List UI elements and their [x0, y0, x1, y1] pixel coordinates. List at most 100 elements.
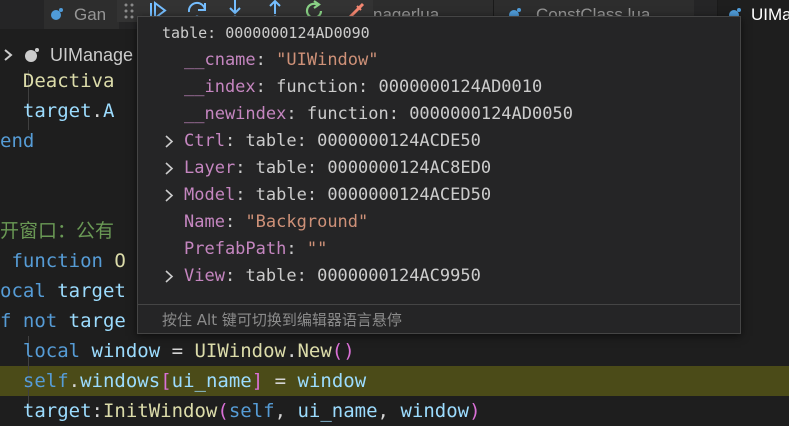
code-token: InitWindow — [102, 400, 218, 422]
code-token: New — [297, 340, 332, 362]
hover-row-content: PrefabPath: "" — [184, 236, 327, 263]
code-token: Deactiva — [0, 70, 115, 92]
code-line[interactable]: target:InitWindow(self, ui_name, window) — [0, 396, 481, 426]
hover-row-content: View: table: 0000000124AC9950 — [184, 263, 481, 290]
hover-title: table: 0000000124AD0090 — [162, 24, 370, 42]
code-token: ] — [251, 370, 264, 392]
code-line[interactable]: local window = UIWindow.New() — [0, 336, 355, 366]
hover-row-content: Name: "Background" — [184, 209, 368, 236]
name-value-separator: : — [255, 77, 277, 97]
code-token: ocal — [0, 280, 58, 302]
code-token: A — [102, 100, 115, 122]
name-value-separator: : — [235, 158, 256, 178]
variable-value: table: 0000000124ACED50 — [255, 185, 492, 205]
hover-variable-row: Name: "Background" — [138, 209, 738, 236]
code-token: windows — [80, 370, 161, 392]
variable-value: "UIWindow" — [276, 50, 379, 70]
variable-value: table: 0000000124AC9950 — [245, 266, 481, 286]
code-token: window — [91, 340, 161, 362]
name-value-separator: : — [235, 185, 256, 205]
variable-name: Ctrl — [184, 131, 225, 151]
hover-divider — [138, 304, 740, 305]
code-line[interactable]: end — [0, 126, 34, 156]
code-token: targe — [68, 310, 126, 332]
expand-chevron-icon[interactable] — [164, 162, 174, 175]
variable-name: View — [184, 266, 225, 286]
hover-variable-row: PrefabPath: "" — [138, 236, 738, 263]
code-line[interactable]: self.windows[ui_name] = window — [0, 366, 366, 396]
variable-name: Layer — [184, 158, 236, 178]
code-token: . — [68, 370, 81, 392]
hover-row-content: __newindex: function: 0000000124AD0050 — [184, 101, 573, 128]
name-value-separator: : — [286, 104, 307, 124]
code-token: not — [22, 310, 69, 332]
hover-variable-row[interactable]: Layer: table: 0000000124AC8ED0 — [138, 155, 738, 182]
variable-name: __newindex — [184, 104, 287, 124]
hover-variable-row[interactable]: Ctrl: table: 0000000124ACDE50 — [138, 128, 738, 155]
hover-row-content: Model: table: 0000000124ACED50 — [184, 182, 491, 209]
code-token: window — [400, 400, 470, 422]
code-token: . — [286, 340, 298, 362]
code-token: target — [0, 400, 92, 422]
hover-variable-row: __cname: "UIWindow" — [138, 47, 738, 74]
code-token: self — [22, 370, 69, 392]
name-value-separator: : — [255, 50, 277, 70]
hover-row-content: Ctrl: table: 0000000124ACDE50 — [184, 128, 481, 155]
variable-value: function: 0000000124AD0050 — [306, 104, 573, 124]
hover-variable-row: __newindex: function: 0000000124AD0050 — [138, 101, 738, 128]
variable-value: function: 0000000124AD0010 — [276, 77, 543, 97]
code-token: local — [0, 340, 92, 362]
code-token: () — [331, 340, 355, 362]
hover-row-content: __cname: "UIWindow" — [184, 47, 379, 74]
code-token: ( — [217, 400, 229, 422]
expand-chevron-icon[interactable] — [164, 189, 174, 202]
expand-chevron-icon[interactable] — [164, 270, 174, 283]
code-token: ui_name — [297, 400, 378, 422]
hover-variable-row[interactable]: View: table: 0000000124AC9950 — [138, 263, 738, 290]
variable-value: table: 0000000124AC8ED0 — [255, 158, 492, 178]
code-token: target — [0, 100, 92, 122]
variable-name: __cname — [184, 50, 256, 70]
hover-footer-hint: 按住 Alt 键可切换到编辑器语言悬停 — [162, 311, 402, 329]
code-token: window — [297, 370, 367, 392]
code-token: f — [0, 310, 23, 332]
code-token: 开窗口：公有 — [0, 220, 115, 242]
hover-variable-row[interactable]: Model: table: 0000000124ACED50 — [138, 182, 738, 209]
code-token: self — [228, 400, 275, 422]
code-token: : — [91, 400, 103, 422]
variable-value: "" — [306, 239, 328, 259]
name-value-separator: : — [224, 131, 246, 151]
code-line[interactable]: Deactiva — [0, 66, 115, 96]
code-token: = — [263, 370, 298, 392]
code-token: = — [160, 340, 195, 362]
hover-row-content: __index: function: 0000000124AD0010 — [184, 74, 542, 101]
debug-hover-widget[interactable]: table: 0000000124AD0090 __cname: "UIWind… — [137, 16, 741, 334]
code-token: target — [57, 280, 126, 302]
expand-chevron-icon[interactable] — [164, 135, 174, 148]
code-line[interactable]: ocal target — [0, 276, 126, 306]
variable-name: __index — [184, 77, 256, 97]
code-token: [ — [160, 370, 172, 392]
code-token: , — [377, 400, 401, 422]
code-token: . — [91, 100, 103, 122]
variable-value: table: 0000000124ACDE50 — [245, 131, 481, 151]
code-token: , — [274, 400, 298, 422]
code-line[interactable]: function O — [0, 246, 125, 276]
code-token: end — [0, 130, 35, 152]
hover-variable-row: __index: function: 0000000124AD0010 — [138, 74, 738, 101]
code-line[interactable]: 开窗口：公有 — [0, 216, 114, 246]
hover-row-content: Layer: table: 0000000124AC8ED0 — [184, 155, 491, 182]
name-value-separator: : — [224, 212, 246, 232]
code-line[interactable]: f not targe — [0, 306, 126, 336]
name-value-separator: : — [286, 239, 307, 259]
code-token: UIWindow — [194, 340, 286, 362]
variable-name: PrefabPath — [184, 239, 287, 259]
code-token: function — [0, 250, 115, 272]
code-line[interactable]: target.A — [0, 96, 115, 126]
variable-name: Model — [184, 185, 236, 205]
name-value-separator: : — [224, 266, 246, 286]
code-token: ui_name — [171, 370, 252, 392]
code-token: ) — [469, 400, 481, 422]
variable-name: Name — [184, 212, 225, 232]
